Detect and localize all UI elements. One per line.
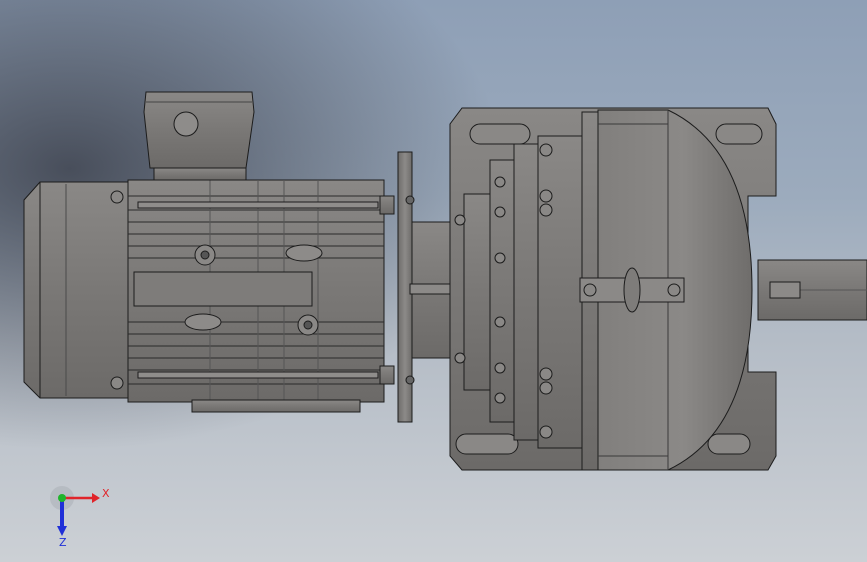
coordinate-triad: X Z <box>50 486 110 548</box>
center-band <box>133 271 313 307</box>
cable-gland-hole <box>173 111 199 137</box>
input-ring <box>489 159 515 423</box>
y-axis-origin <box>58 494 66 502</box>
terminal-box[interactable] <box>143 91 255 181</box>
z-axis-label: Z <box>59 536 67 548</box>
reducer-ring <box>537 135 583 449</box>
screw <box>110 376 124 390</box>
graphics-viewport[interactable]: X Z <box>0 0 867 562</box>
motor-body[interactable] <box>23 179 395 413</box>
lifting-eye <box>184 313 222 331</box>
mounting-slot <box>715 123 763 145</box>
screw <box>110 190 124 204</box>
x-axis-arrowhead <box>92 493 100 503</box>
lifting-eye <box>285 244 323 262</box>
lifting-lug <box>623 267 641 313</box>
mounting-slot <box>707 433 751 455</box>
shaft-key <box>769 281 801 299</box>
input-flange <box>463 193 491 391</box>
tie-rod <box>137 371 379 379</box>
motor-foot <box>191 399 361 413</box>
bolt-head <box>379 195 395 215</box>
tie-rod <box>137 201 379 209</box>
mounting-slot <box>455 433 519 455</box>
reducer-ring <box>513 143 539 441</box>
x-axis-label: X <box>102 487 110 500</box>
bolt-head <box>379 365 395 385</box>
z-axis-arrowhead <box>57 526 67 536</box>
mounting-slot <box>469 123 531 145</box>
model-view[interactable] <box>0 0 867 562</box>
